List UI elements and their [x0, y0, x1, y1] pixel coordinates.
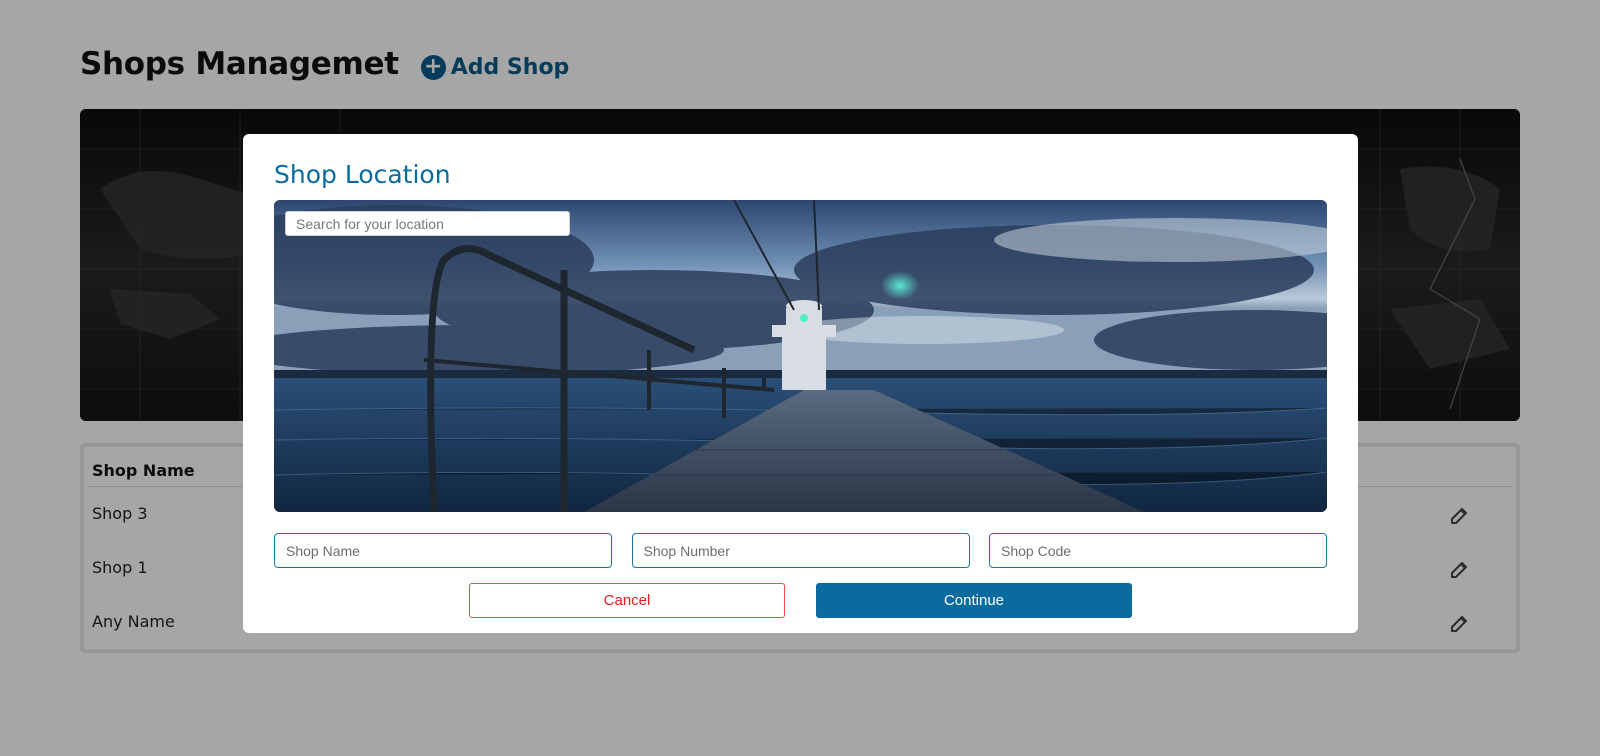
shop-location-modal: Shop Location Search for your location S…	[243, 134, 1358, 633]
modal-title: Shop Location	[274, 160, 451, 189]
shop-code-input[interactable]	[989, 533, 1327, 568]
continue-button[interactable]: Continue	[816, 583, 1132, 618]
location-search-input[interactable]	[285, 211, 570, 236]
cancel-button[interactable]: Cancel	[469, 583, 785, 618]
map-photo	[274, 200, 1327, 512]
shop-fields	[274, 533, 1327, 568]
location-map[interactable]	[274, 200, 1327, 512]
shop-name-input[interactable]	[274, 533, 612, 568]
shop-number-input[interactable]	[631, 533, 970, 568]
